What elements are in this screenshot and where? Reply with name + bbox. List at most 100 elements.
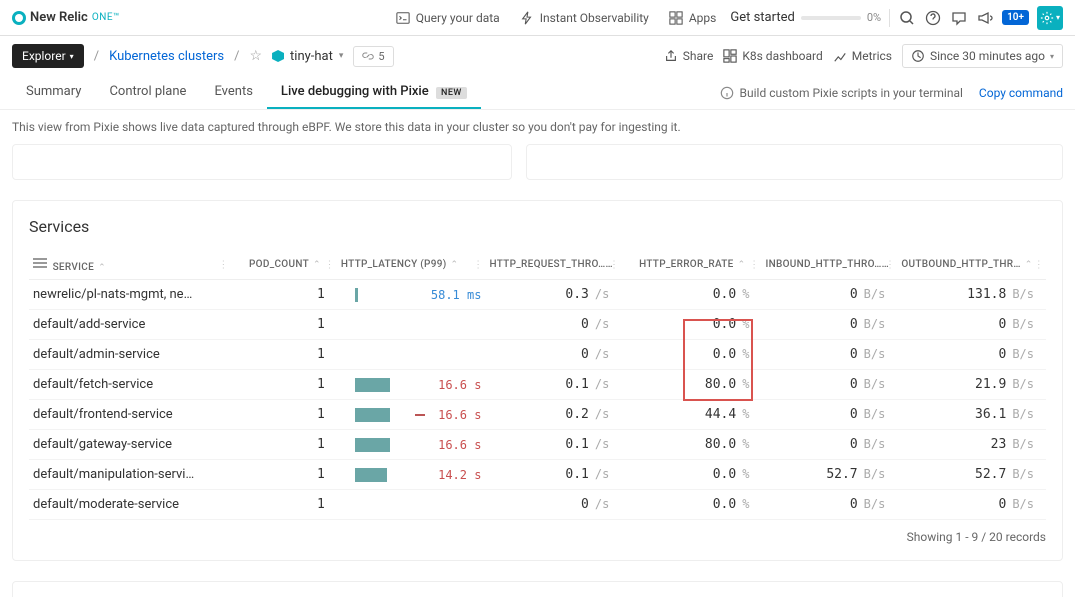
pod-count: 1 xyxy=(231,310,337,340)
tab-summary[interactable]: Summary xyxy=(12,76,95,109)
error-highlight-annotation xyxy=(683,319,753,401)
new-badge: NEW xyxy=(436,87,467,99)
share-button[interactable]: Share xyxy=(664,49,714,63)
table-row[interactable]: default/moderate-service10/s0.0%0B/s0B/s xyxy=(29,490,1046,520)
service-name: default/add-service xyxy=(29,310,231,340)
entity-selector[interactable]: tiny-hat ▾ xyxy=(272,49,343,64)
tabs-bar: Summary Control plane Events Live debugg… xyxy=(0,76,1075,110)
apps-link[interactable]: Apps xyxy=(663,7,723,29)
inbound-throughput: 0B/s xyxy=(761,430,897,460)
col-service[interactable]: SERVICE⌃⋮ xyxy=(29,250,231,280)
column-resize-icon[interactable]: ⋮ xyxy=(1034,259,1044,270)
table-row[interactable]: default/frontend-service116.6 s0.2/s44.4… xyxy=(29,400,1046,430)
sort-icon[interactable]: ⌃ xyxy=(98,263,106,273)
sort-icon[interactable]: ⌃ xyxy=(1025,260,1033,270)
tab-events[interactable]: Events xyxy=(200,76,266,109)
brand-name: New Relic xyxy=(30,10,88,25)
service-name: default/admin-service xyxy=(29,340,231,370)
brand-logo[interactable]: New Relic ONE™ xyxy=(12,10,120,25)
pod-count: 1 xyxy=(231,370,337,400)
latency-sparkline xyxy=(355,468,419,482)
latency-sparkline xyxy=(355,438,419,452)
column-resize-icon[interactable]: ⋮ xyxy=(749,259,759,270)
latency-cell: 58.1 ms xyxy=(337,280,486,310)
pods-panel: Pods POD⌃⋮ CPU_USAGE⌃⋮ TOTAL_DISK_READ_T… xyxy=(12,581,1063,597)
get-started-progress[interactable]: Get started 0% xyxy=(730,10,881,25)
col-error-rate[interactable]: HTTP_ERROR_RATE⌃⋮ xyxy=(621,250,761,280)
settings-button[interactable]: ▾ xyxy=(1037,6,1063,30)
reorder-handle-icon[interactable] xyxy=(33,256,47,270)
col-latency[interactable]: HTTP_LATENCY (P99)⌃⋮ xyxy=(337,250,486,280)
clock-icon xyxy=(911,49,925,63)
copy-command-link[interactable]: Copy command xyxy=(979,86,1063,100)
services-pager: Showing 1 - 9 / 20 records xyxy=(29,520,1046,544)
latency-sparkline xyxy=(355,288,419,302)
service-name: default/manipulation-servi… xyxy=(29,460,231,490)
table-row[interactable]: newrelic/pl-nats-mgmt, ne…158.1 ms0.3/s0… xyxy=(29,280,1046,310)
outbound-throughput: 36.1B/s xyxy=(897,400,1046,430)
latency-cell: 16.6 s xyxy=(337,370,486,400)
sort-icon[interactable]: ⌃ xyxy=(313,260,321,270)
time-range-picker[interactable]: Since 30 minutes ago ▾ xyxy=(902,44,1063,68)
tab-live-debugging[interactable]: Live debugging with Pixie NEW xyxy=(267,76,481,109)
instant-observability-link[interactable]: Instant Observability xyxy=(514,7,655,29)
feedback-icon[interactable] xyxy=(950,9,968,27)
table-row[interactable]: default/add-service10/s0.0%0B/s0B/s xyxy=(29,310,1046,340)
services-panel: Services SERVICE⌃⋮ POD_COUNT⌃⋮ HTTP_LATE… xyxy=(12,200,1063,561)
service-name: default/gateway-service xyxy=(29,430,231,460)
terminal-hint: Build custom Pixie scripts in your termi… xyxy=(720,86,963,100)
breadcrumb-clusters[interactable]: Kubernetes clusters xyxy=(109,49,224,64)
help-icon[interactable] xyxy=(924,9,942,27)
latency-cell xyxy=(337,340,486,370)
col-pod-count[interactable]: POD_COUNT⌃⋮ xyxy=(231,250,337,280)
table-row[interactable]: default/admin-service10/s0.0%0B/s0B/s xyxy=(29,340,1046,370)
table-row[interactable]: default/fetch-service116.6 s0.1/s80.0%0B… xyxy=(29,370,1046,400)
service-name: default/moderate-service xyxy=(29,490,231,520)
pod-count: 1 xyxy=(231,340,337,370)
column-resize-icon[interactable]: ⋮ xyxy=(885,259,895,270)
grid-icon xyxy=(669,11,683,25)
notification-badge[interactable]: 10+ xyxy=(1002,10,1029,25)
outbound-throughput: 0B/s xyxy=(897,490,1046,520)
inbound-throughput: 0B/s xyxy=(761,370,897,400)
error-rate: 80.0% xyxy=(621,430,761,460)
column-resize-icon[interactable]: ⋮ xyxy=(218,259,228,270)
breadcrumb-separator: / xyxy=(234,49,239,64)
view-description: This view from Pixie shows live data cap… xyxy=(0,110,1075,144)
favorite-star-icon[interactable]: ☆ xyxy=(249,48,262,64)
related-entities-chip[interactable]: 5 xyxy=(353,46,393,67)
tab-control-plane[interactable]: Control plane xyxy=(95,76,200,109)
metrics-button[interactable]: Metrics xyxy=(833,49,892,63)
progress-bar xyxy=(801,16,861,20)
column-resize-icon[interactable]: ⋮ xyxy=(609,259,619,270)
services-table: SERVICE⌃⋮ POD_COUNT⌃⋮ HTTP_LATENCY (P99)… xyxy=(29,250,1046,520)
bolt-icon xyxy=(520,11,534,25)
col-request-throughput[interactable]: HTTP_REQUEST_THRO…⌃⋮ xyxy=(485,250,621,280)
table-row[interactable]: default/gateway-service116.6 s0.1/s80.0%… xyxy=(29,430,1046,460)
inbound-throughput: 0B/s xyxy=(761,340,897,370)
column-resize-icon[interactable]: ⋮ xyxy=(473,259,483,270)
announce-icon[interactable] xyxy=(976,9,994,27)
error-rate: 44.4% xyxy=(621,400,761,430)
status-hexagon-icon xyxy=(272,50,284,62)
info-icon xyxy=(720,86,734,100)
request-throughput: 0/s xyxy=(485,340,621,370)
k8s-dashboard-button[interactable]: K8s dashboard xyxy=(723,49,822,63)
sort-icon[interactable]: ⌃ xyxy=(451,260,459,270)
query-data-link[interactable]: Query your data xyxy=(390,7,506,29)
sort-icon[interactable]: ⌃ xyxy=(738,260,746,270)
col-outbound[interactable]: OUTBOUND_HTTP_THR…⌃⋮ xyxy=(897,250,1046,280)
table-row[interactable]: default/manipulation-servi…114.2 s0.1/s0… xyxy=(29,460,1046,490)
panel-placeholder-right xyxy=(526,144,1063,180)
service-name: default/fetch-service xyxy=(29,370,231,400)
content-scroll[interactable]: Services SERVICE⌃⋮ POD_COUNT⌃⋮ HTTP_LATE… xyxy=(0,144,1075,597)
inbound-throughput: 0B/s xyxy=(761,310,897,340)
topbar: New Relic ONE™ Query your data Instant O… xyxy=(0,0,1075,36)
latency-cell: 16.6 s xyxy=(337,430,486,460)
explorer-button[interactable]: Explorer ▾ xyxy=(12,44,84,68)
latency-sparkline xyxy=(355,378,419,392)
column-resize-icon[interactable]: ⋮ xyxy=(325,259,335,270)
col-inbound[interactable]: INBOUND_HTTP_THRO…⌃⋮ xyxy=(761,250,897,280)
search-icon[interactable] xyxy=(898,9,916,27)
panel-placeholder-left xyxy=(12,144,512,180)
